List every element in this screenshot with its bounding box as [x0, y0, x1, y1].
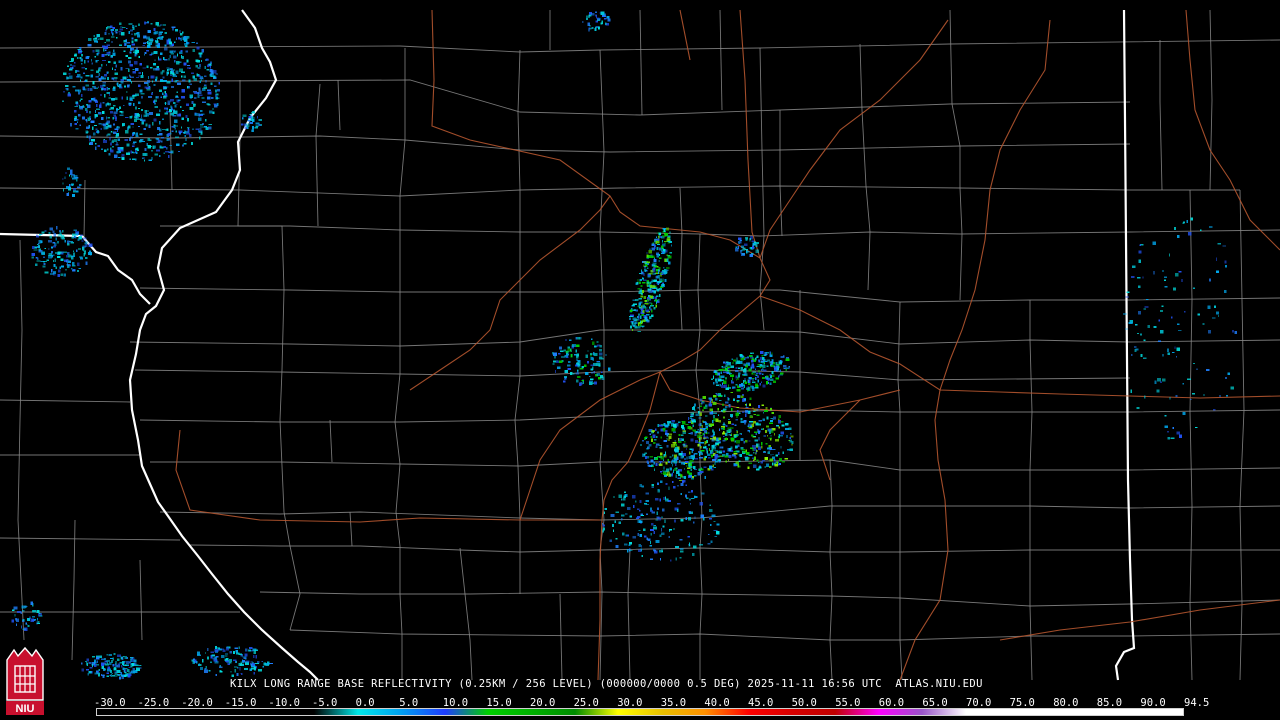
color-bar-segment [1096, 709, 1140, 715]
color-bar-segment [1139, 709, 1183, 715]
color-bar-segment [574, 709, 619, 715]
radar-map[interactable] [0, 0, 1280, 720]
niu-logo-icon: NIU [6, 646, 44, 715]
color-bar-segment [878, 709, 923, 715]
color-bar-segment [357, 709, 402, 715]
county-borders [0, 9, 1280, 681]
color-bar-segment [922, 709, 966, 715]
logo-text: NIU [16, 703, 35, 715]
reflectivity-color-bar [96, 708, 1184, 716]
radar-map-viewer: KILX LONG RANGE BASE REFLECTIVITY (0.25K… [0, 0, 1280, 720]
scale-label: 94.5 [1184, 697, 1210, 709]
color-bar-segment [531, 709, 575, 715]
color-bar-segment [618, 709, 662, 715]
reflectivity-echoes [11, 11, 1237, 680]
color-bar-segment [1052, 709, 1097, 715]
color-bar-segment [140, 709, 184, 715]
color-bar-segment [1009, 709, 1053, 715]
color-bar-segment [444, 709, 488, 715]
color-bar-segment [661, 709, 706, 715]
color-bar-segment [183, 709, 228, 715]
color-bar-segment [705, 709, 749, 715]
product-title: KILX LONG RANGE BASE REFLECTIVITY (0.25K… [230, 678, 983, 690]
color-bar-segment [314, 709, 358, 715]
color-bar-segment [227, 709, 271, 715]
color-bar-segment [487, 709, 532, 715]
color-bar-segment [401, 709, 445, 715]
color-bar-segment [97, 709, 141, 715]
color-bar-segment [792, 709, 836, 715]
color-bar-segment [748, 709, 792, 715]
color-bar-segment [270, 709, 315, 715]
color-bar-segment [965, 709, 1010, 715]
color-bar-segment [835, 709, 879, 715]
